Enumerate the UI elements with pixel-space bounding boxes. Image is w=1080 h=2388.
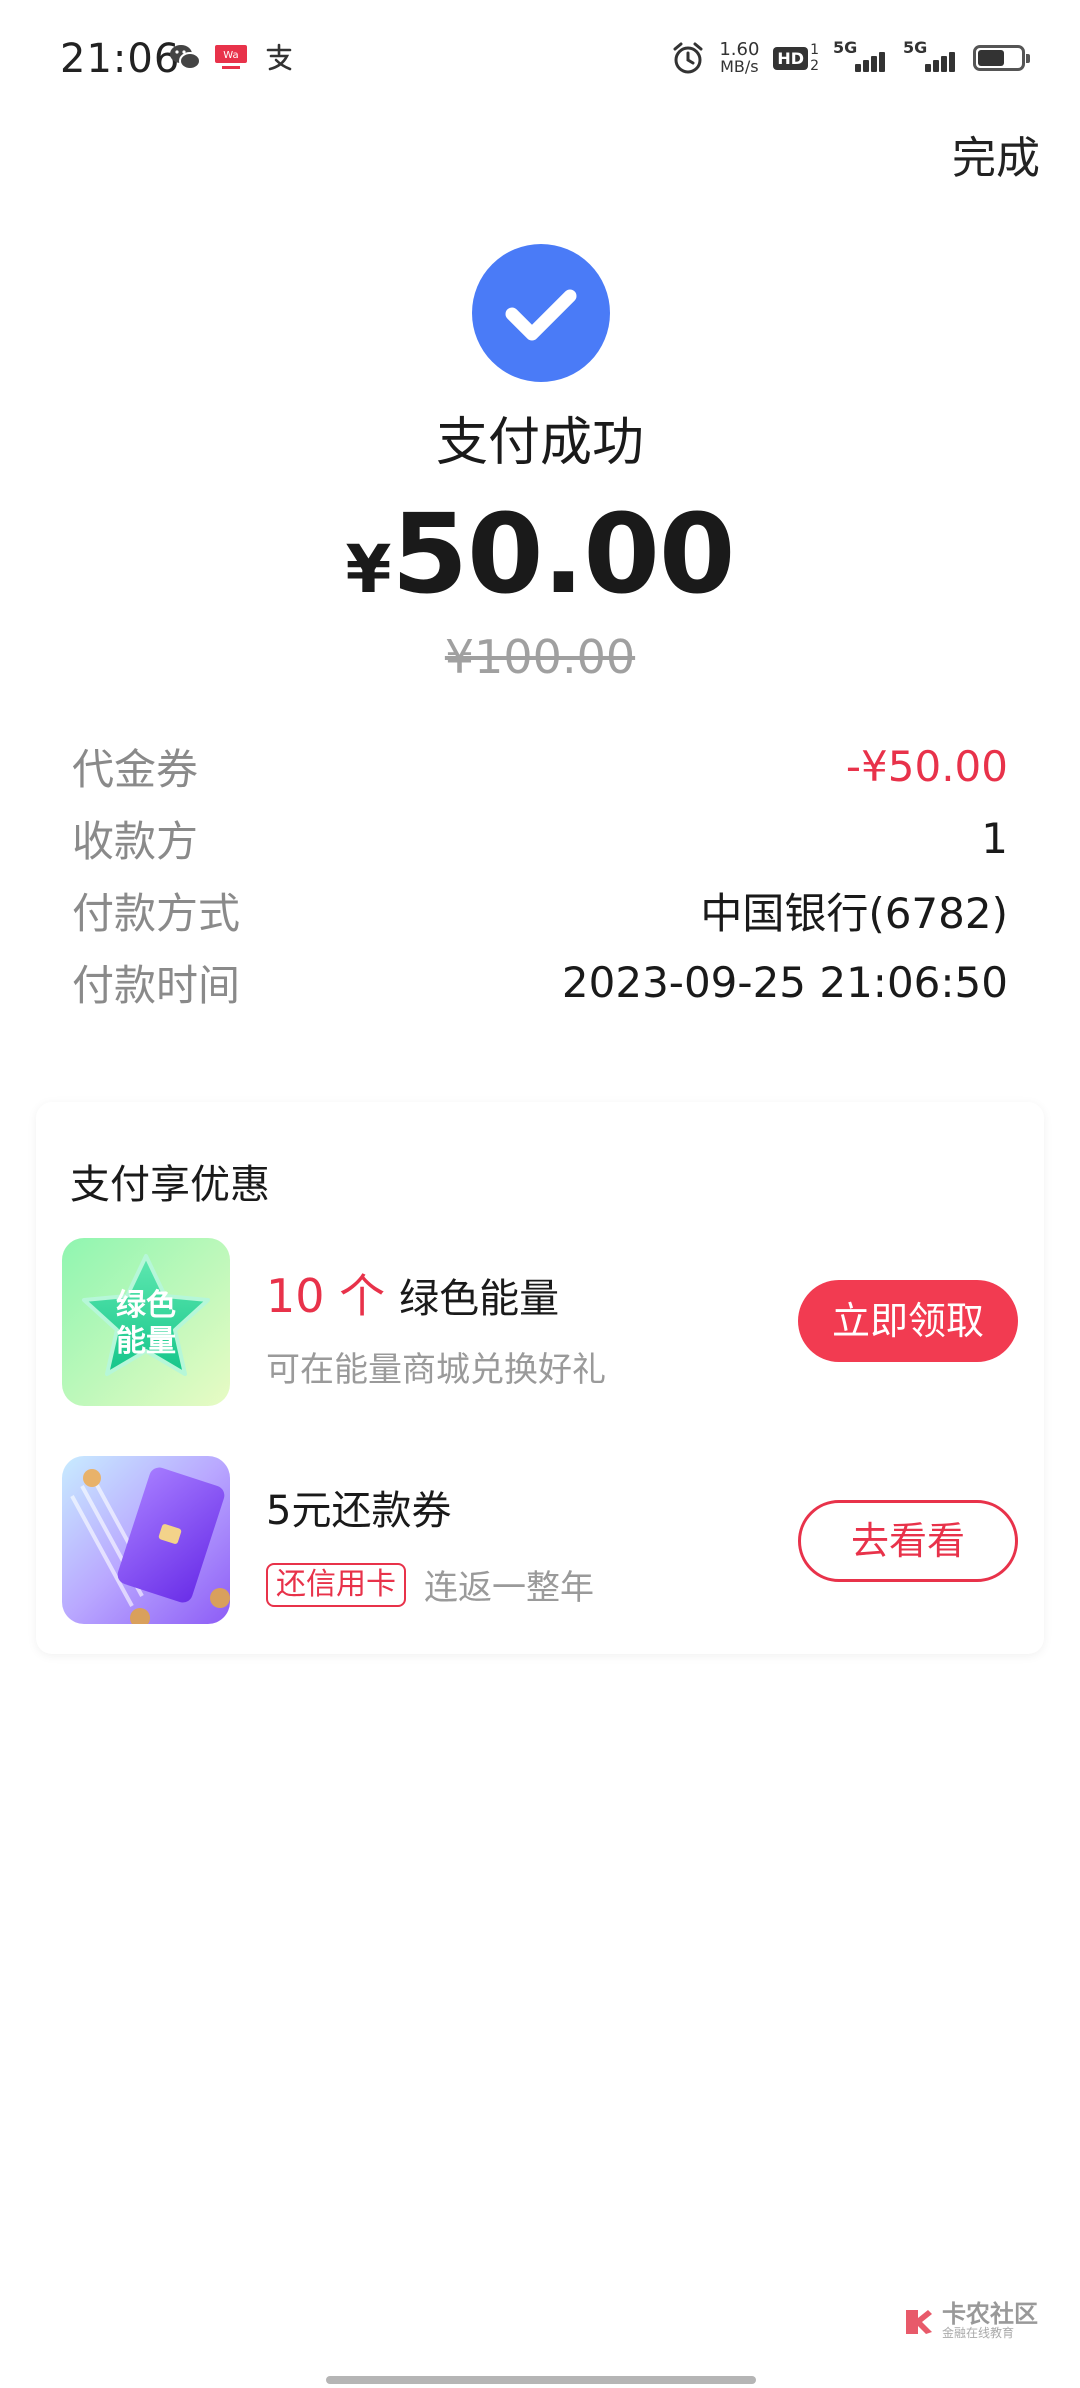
detail-label: 收款方 [72, 816, 199, 866]
amount-value: 50.00 [391, 490, 735, 618]
view-button[interactable]: 去看看 [798, 1500, 1018, 1582]
checkmark-icon [472, 244, 610, 382]
detail-value: -¥50.00 [845, 741, 1008, 791]
net-speed-value: 1.60 [719, 39, 760, 60]
detail-value: 1 [981, 813, 1008, 863]
detail-row-payee: 收款方 1 [72, 802, 1008, 874]
promo-name: 5元还款券 [266, 1488, 452, 1534]
sim2-label: 5G [903, 38, 928, 57]
watermark-logo-icon [906, 2310, 932, 2334]
credit-card-tag: 还信用卡 [266, 1562, 406, 1607]
payment-amount: ¥50.00 [0, 490, 1080, 618]
detail-value: 中国银行(6782) [700, 888, 1008, 938]
status-bar: 21:06 Wa 1.60 MB/s HD 1 2 5G 5G [0, 0, 1080, 118]
green-energy-star-icon: 绿色 能量 [62, 1238, 230, 1406]
promo-subtitle: 可在能量商城兑换好礼 [266, 1350, 606, 1390]
thumb-text-line1: 绿色 [116, 1288, 176, 1323]
weibo-icon: Wa [215, 45, 247, 69]
status-time: 21:06 [60, 36, 181, 82]
watermark-text: 卡农社区 金融在线教育 [942, 2302, 1038, 2340]
promo-name: 绿色能量 [399, 1276, 560, 1322]
detail-label: 付款方式 [72, 888, 241, 938]
detail-row-method: 付款方式 中国银行(6782) [72, 874, 1008, 946]
promo-card: 支付享优惠 绿色 能量 10 个 绿色能量 可在能量商城兑换好礼 立即领取 5元… [36, 1102, 1044, 1654]
home-indicator[interactable] [326, 2376, 756, 2384]
battery-icon [973, 45, 1030, 71]
wechat-icon [170, 45, 201, 70]
promo-subtitle: 连返一整年 [424, 1568, 594, 1608]
signal-sim2: 5G [903, 38, 959, 76]
promo-title: 支付享优惠 [70, 1162, 270, 1208]
credit-card-icon [62, 1456, 230, 1624]
alipay-icon [266, 43, 292, 71]
currency-symbol: ¥ [345, 531, 392, 608]
promo-count: 10 个 [266, 1269, 386, 1323]
net-speed-unit: MB/s [720, 57, 759, 76]
claim-now-button[interactable]: 立即领取 [798, 1280, 1018, 1362]
hd-sub-top: 1 [810, 42, 819, 58]
detail-label: 付款时间 [72, 960, 241, 1010]
hd-label: HD [773, 46, 809, 70]
detail-row-voucher: 代金券 -¥50.00 [72, 730, 1008, 802]
detail-label: 代金券 [72, 744, 199, 794]
status-right: 1.60 MB/s HD 1 2 5G 5G [671, 38, 1030, 78]
promo-subtitle-row: 还信用卡 连返一整年 [266, 1560, 594, 1609]
hd-badge: HD 1 2 [773, 42, 819, 74]
sim1-label: 5G [833, 38, 858, 57]
hd-sub-bottom: 2 [810, 58, 819, 74]
net-speed: 1.60 MB/s [719, 39, 760, 76]
original-amount: ¥100.00 [444, 630, 636, 684]
done-button[interactable]: 完成 [952, 122, 1040, 186]
svg-text:Wa: Wa [223, 50, 238, 61]
hd-sub: 1 2 [810, 42, 819, 74]
promo-main: 10 个绿色能量 [266, 1260, 559, 1326]
alarm-icon [673, 42, 703, 74]
watermark-sub: 金融在线教育 [942, 2326, 1015, 2340]
promo-item-repay-voucher: 5元还款券 还信用卡 连返一整年 去看看 [62, 1456, 1018, 1624]
promo-item-green-energy: 绿色 能量 10 个绿色能量 可在能量商城兑换好礼 立即领取 [62, 1238, 1018, 1406]
signal-sim1: 5G [833, 38, 889, 76]
detail-row-time: 付款时间 2023-09-25 21:06:50 [72, 946, 1008, 1018]
green-energy-thumb-text: 绿色 能量 [62, 1288, 230, 1360]
thumb-text-line2: 能量 [116, 1324, 176, 1359]
payment-details: 代金券 -¥50.00 收款方 1 付款方式 中国银行(6782) 付款时间 2… [72, 730, 1008, 1018]
payment-status: 支付成功 [435, 413, 644, 473]
watermark: 卡农社区 金融在线教育 [902, 2302, 1038, 2340]
watermark-title: 卡农社区 [942, 2300, 1038, 2328]
detail-value: 2023-09-25 21:06:50 [561, 957, 1008, 1007]
